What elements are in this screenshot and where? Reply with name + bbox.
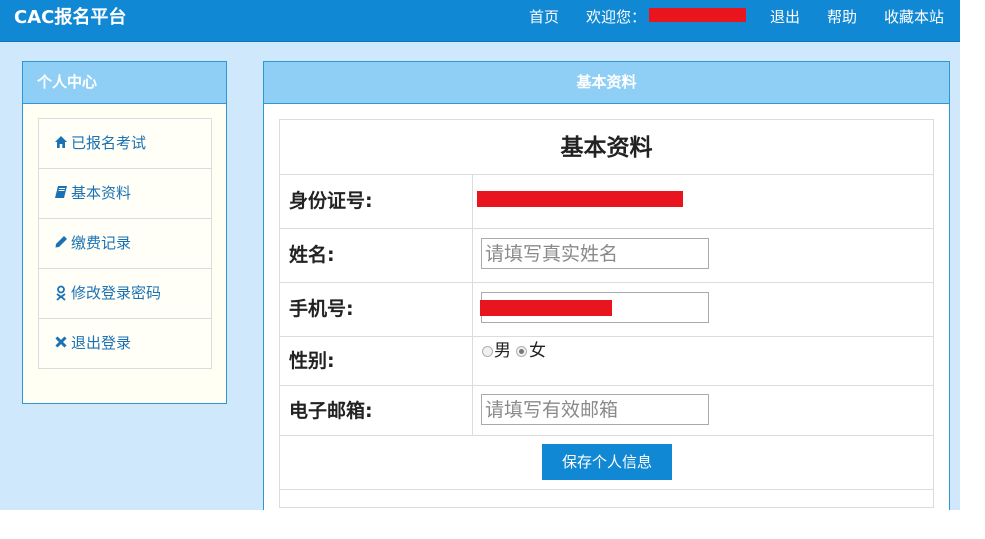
main-panel: 基本资料 基本资料 身份证号: 姓名: 请填写真实姓名 手机号: 性别: 男 女… — [263, 61, 950, 510]
label-cell: 姓名: — [280, 229, 473, 282]
form-row-phone: 手机号: — [280, 283, 933, 337]
form-title: 基本资料 — [560, 135, 653, 161]
pencil-icon — [54, 235, 68, 251]
form-row-gender: 性别: 男 女 — [280, 337, 933, 386]
sidebar-item-logout[interactable]: 退出登录 — [39, 319, 211, 368]
nav-welcome-text: 欢迎您： — [586, 8, 647, 26]
sidebar-panel: 个人中心 已报名考试 基本资料 缴费记录 修改登录密码 退出登录 — [22, 61, 227, 404]
sidebar-item-label: 修改登录密码 — [71, 284, 162, 302]
form-row-name: 姓名: — [280, 229, 933, 283]
sidebar-item-payment-records[interactable]: 缴费记录 — [39, 219, 211, 269]
sidebar-item-registered-exams[interactable]: 已报名考试 — [39, 119, 211, 169]
sidebar-item-basic-info[interactable]: 基本资料 — [39, 169, 211, 219]
email-input[interactable] — [481, 394, 709, 425]
redacted-username — [649, 8, 746, 22]
nav-home-link[interactable]: 首页 — [529, 8, 559, 26]
sidebar-menu: 已报名考试 基本资料 缴费记录 修改登录密码 退出登录 — [38, 118, 212, 369]
id-number-label: 身份证号: — [289, 190, 373, 212]
site-brand[interactable]: CAC报名平台 — [14, 6, 126, 30]
form-actions-row: 保存个人信息 — [280, 436, 933, 490]
form-row-email: 电子邮箱: — [280, 386, 933, 436]
close-icon — [54, 335, 68, 351]
main-panel-header: 基本资料 — [264, 62, 949, 104]
gender-male-label[interactable]: 男 — [494, 340, 511, 362]
top-navbar: CAC报名平台 首页 欢迎您： 退出 帮助 收藏本站 — [0, 0, 960, 42]
home-icon — [54, 135, 68, 151]
book-icon — [54, 185, 68, 201]
label-cell: 手机号: — [280, 283, 473, 336]
sidebar-header: 个人中心 — [23, 62, 226, 104]
sidebar-item-change-password[interactable]: 修改登录密码 — [39, 269, 211, 319]
user-key-icon — [54, 285, 68, 301]
nav-help-link[interactable]: 帮助 — [827, 8, 857, 26]
gender-female-radio[interactable] — [516, 346, 527, 357]
label-cell: 身份证号: — [280, 175, 473, 228]
sidebar-item-label: 基本资料 — [71, 184, 132, 202]
redacted-phone-number — [480, 300, 612, 316]
form-title-row: 基本资料 — [280, 120, 933, 175]
nav-logout-link[interactable]: 退出 — [770, 8, 800, 26]
sidebar-title: 个人中心 — [37, 73, 98, 91]
nav-favorite-link[interactable]: 收藏本站 — [884, 8, 944, 26]
redacted-id-number — [477, 191, 683, 207]
main-panel-title: 基本资料 — [576, 73, 637, 91]
profile-form: 基本资料 身份证号: 姓名: 手机号: — [279, 119, 934, 508]
phone-label: 手机号: — [289, 298, 354, 320]
name-input[interactable] — [481, 238, 709, 269]
sidebar-item-label: 退出登录 — [71, 334, 132, 352]
form-row-id-number: 身份证号: — [280, 175, 933, 229]
label-cell: 性别: — [280, 337, 473, 385]
label-cell: 电子邮箱: — [280, 386, 473, 435]
page: CAC报名平台 首页 欢迎您： 退出 帮助 收藏本站 个人中心 已报名考试 基本… — [0, 0, 960, 510]
gender-label: 性别: — [289, 350, 335, 372]
email-label: 电子邮箱: — [289, 400, 373, 422]
sidebar-item-label: 缴费记录 — [71, 234, 132, 252]
gender-female-label[interactable]: 女 — [529, 340, 546, 362]
sidebar-item-label: 已报名考试 — [71, 134, 147, 152]
save-profile-button[interactable]: 保存个人信息 — [542, 444, 672, 480]
name-label: 姓名: — [289, 244, 335, 266]
gender-male-radio[interactable] — [482, 346, 493, 357]
